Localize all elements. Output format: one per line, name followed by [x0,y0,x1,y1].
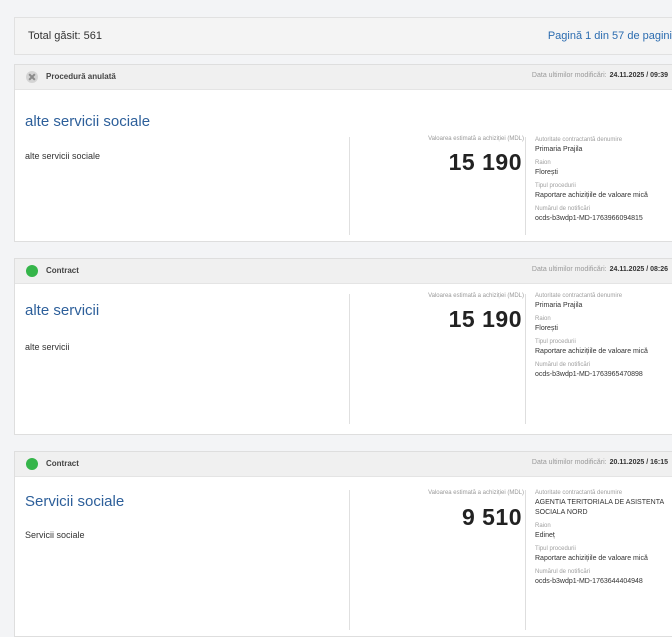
modified-date: Data ultimilor modificări: 24.11.2025 / 0… [532,72,668,79]
result-meta: Autoritate contractantă denumire AGENTIA… [535,489,672,591]
authority-label: Autoritate contractantă denumire [535,137,623,143]
district-label: Raion [535,523,551,529]
notice-number-label: Numărul de notificări [535,362,591,368]
result-meta: Autoritate contractantă denumire Primari… [535,292,672,384]
procedure-type-label: Tipul procedurii [535,339,576,345]
modified-date: Data ultimilor modificări: 20.11.2025 / 1… [532,459,668,466]
authority-label: Autoritate contractantă denumire [535,490,623,496]
notice-number-label: Numărul de notificări [535,206,591,212]
column-divider [349,294,350,424]
notice-number-value: ocds-b3wdp1-MD-1763644404948 [535,578,643,585]
contract-status-icon [26,265,38,277]
value-label: Valoarea estimată a achiziției (MDL) [428,293,524,299]
modified-date-label: Data ultimilor modificări: [531,72,607,79]
authority-label: Autoritate contractantă denumire [535,293,623,299]
result-description: Servicii sociale [25,530,85,540]
meta-divider [525,490,526,630]
results-summary-bar: Total găsit: 561 Pagină 1 din 57 de pagi… [14,17,672,55]
notice-number-value: ocds-b3wdp1-MD-1763965470898 [535,371,643,378]
status-label: Contract [46,459,79,468]
card-header: Procedură anulată Data ultimilor modific… [15,65,672,90]
column-divider [349,490,350,630]
district-label: Raion [535,160,551,166]
district-value: Edineț [535,532,555,539]
procedure-type-label: Tipul procedurii [535,546,576,552]
result-description: alte servicii sociale [25,151,101,161]
modified-date-label: Data ultimilor modificări: [531,266,607,273]
modified-date-value: 24.11.2025 / 08:26 [609,266,668,273]
modified-date-value: 24.11.2025 / 09:39 [609,72,668,79]
modified-date-value: 20.11.2025 / 16:15 [609,459,668,466]
district-value: Florești [535,325,558,332]
result-card: Procedură anulată Data ultimilor modific… [14,64,672,242]
modified-date-label: Data ultimilor modificări: [531,459,607,466]
result-card: Contract Data ultimilor modificări: 20.11… [14,451,672,637]
contract-status-icon [26,458,38,470]
result-meta: Autoritate contractantă denumire Primari… [535,136,672,228]
card-header: Contract Data ultimilor modificări: 20.11… [15,452,672,477]
procedure-type-label: Tipul procedurii [535,183,576,189]
estimated-value: 15 190 [448,306,522,332]
estimated-value: 9 510 [461,504,522,530]
authority-value: Primaria Prajila [535,146,583,153]
result-title-link[interactable]: alte servicii [25,302,99,319]
card-header: Contract Data ultimilor modificări: 24.11… [15,259,672,284]
modified-date: Data ultimilor modificări: 24.11.2025 / 0… [532,266,668,273]
authority-value: Primaria Prajila [535,302,583,309]
meta-divider [525,294,526,424]
authority-value: AGENTIA TERITORIALA DE ASISTENTA SOCIALA… [535,499,664,516]
estimated-value: 15 190 [448,149,522,175]
result-card: Contract Data ultimilor modificări: 24.11… [14,258,672,435]
pagination-info[interactable]: Pagină 1 din 57 de pagini [548,30,672,42]
cancelled-status-icon [26,71,38,83]
procedure-type-value: Raportare achizițiile de valoare mică [535,555,648,562]
procedure-type-value: Raportare achizițiile de valoare mică [535,192,648,199]
value-label: Valoarea estimată a achiziției (MDL) [428,490,524,496]
result-title-link[interactable]: alte servicii sociale [25,113,150,130]
notice-number-value: ocds-b3wdp1-MD-1763966094815 [535,215,643,222]
result-title-link[interactable]: Servicii sociale [25,493,124,510]
status-label: Contract [46,266,79,275]
value-label: Valoarea estimată a achiziției (MDL) [428,136,524,142]
result-description: alte servicii [25,342,70,352]
meta-divider [525,137,526,235]
procedure-type-value: Raportare achizițiile de valoare mică [535,348,648,355]
district-value: Florești [535,169,558,176]
column-divider [349,137,350,235]
notice-number-label: Numărul de notificări [535,569,591,575]
status-label: Procedură anulată [46,72,116,81]
total-found: Total găsit: 561 [28,30,102,42]
district-label: Raion [535,316,551,322]
